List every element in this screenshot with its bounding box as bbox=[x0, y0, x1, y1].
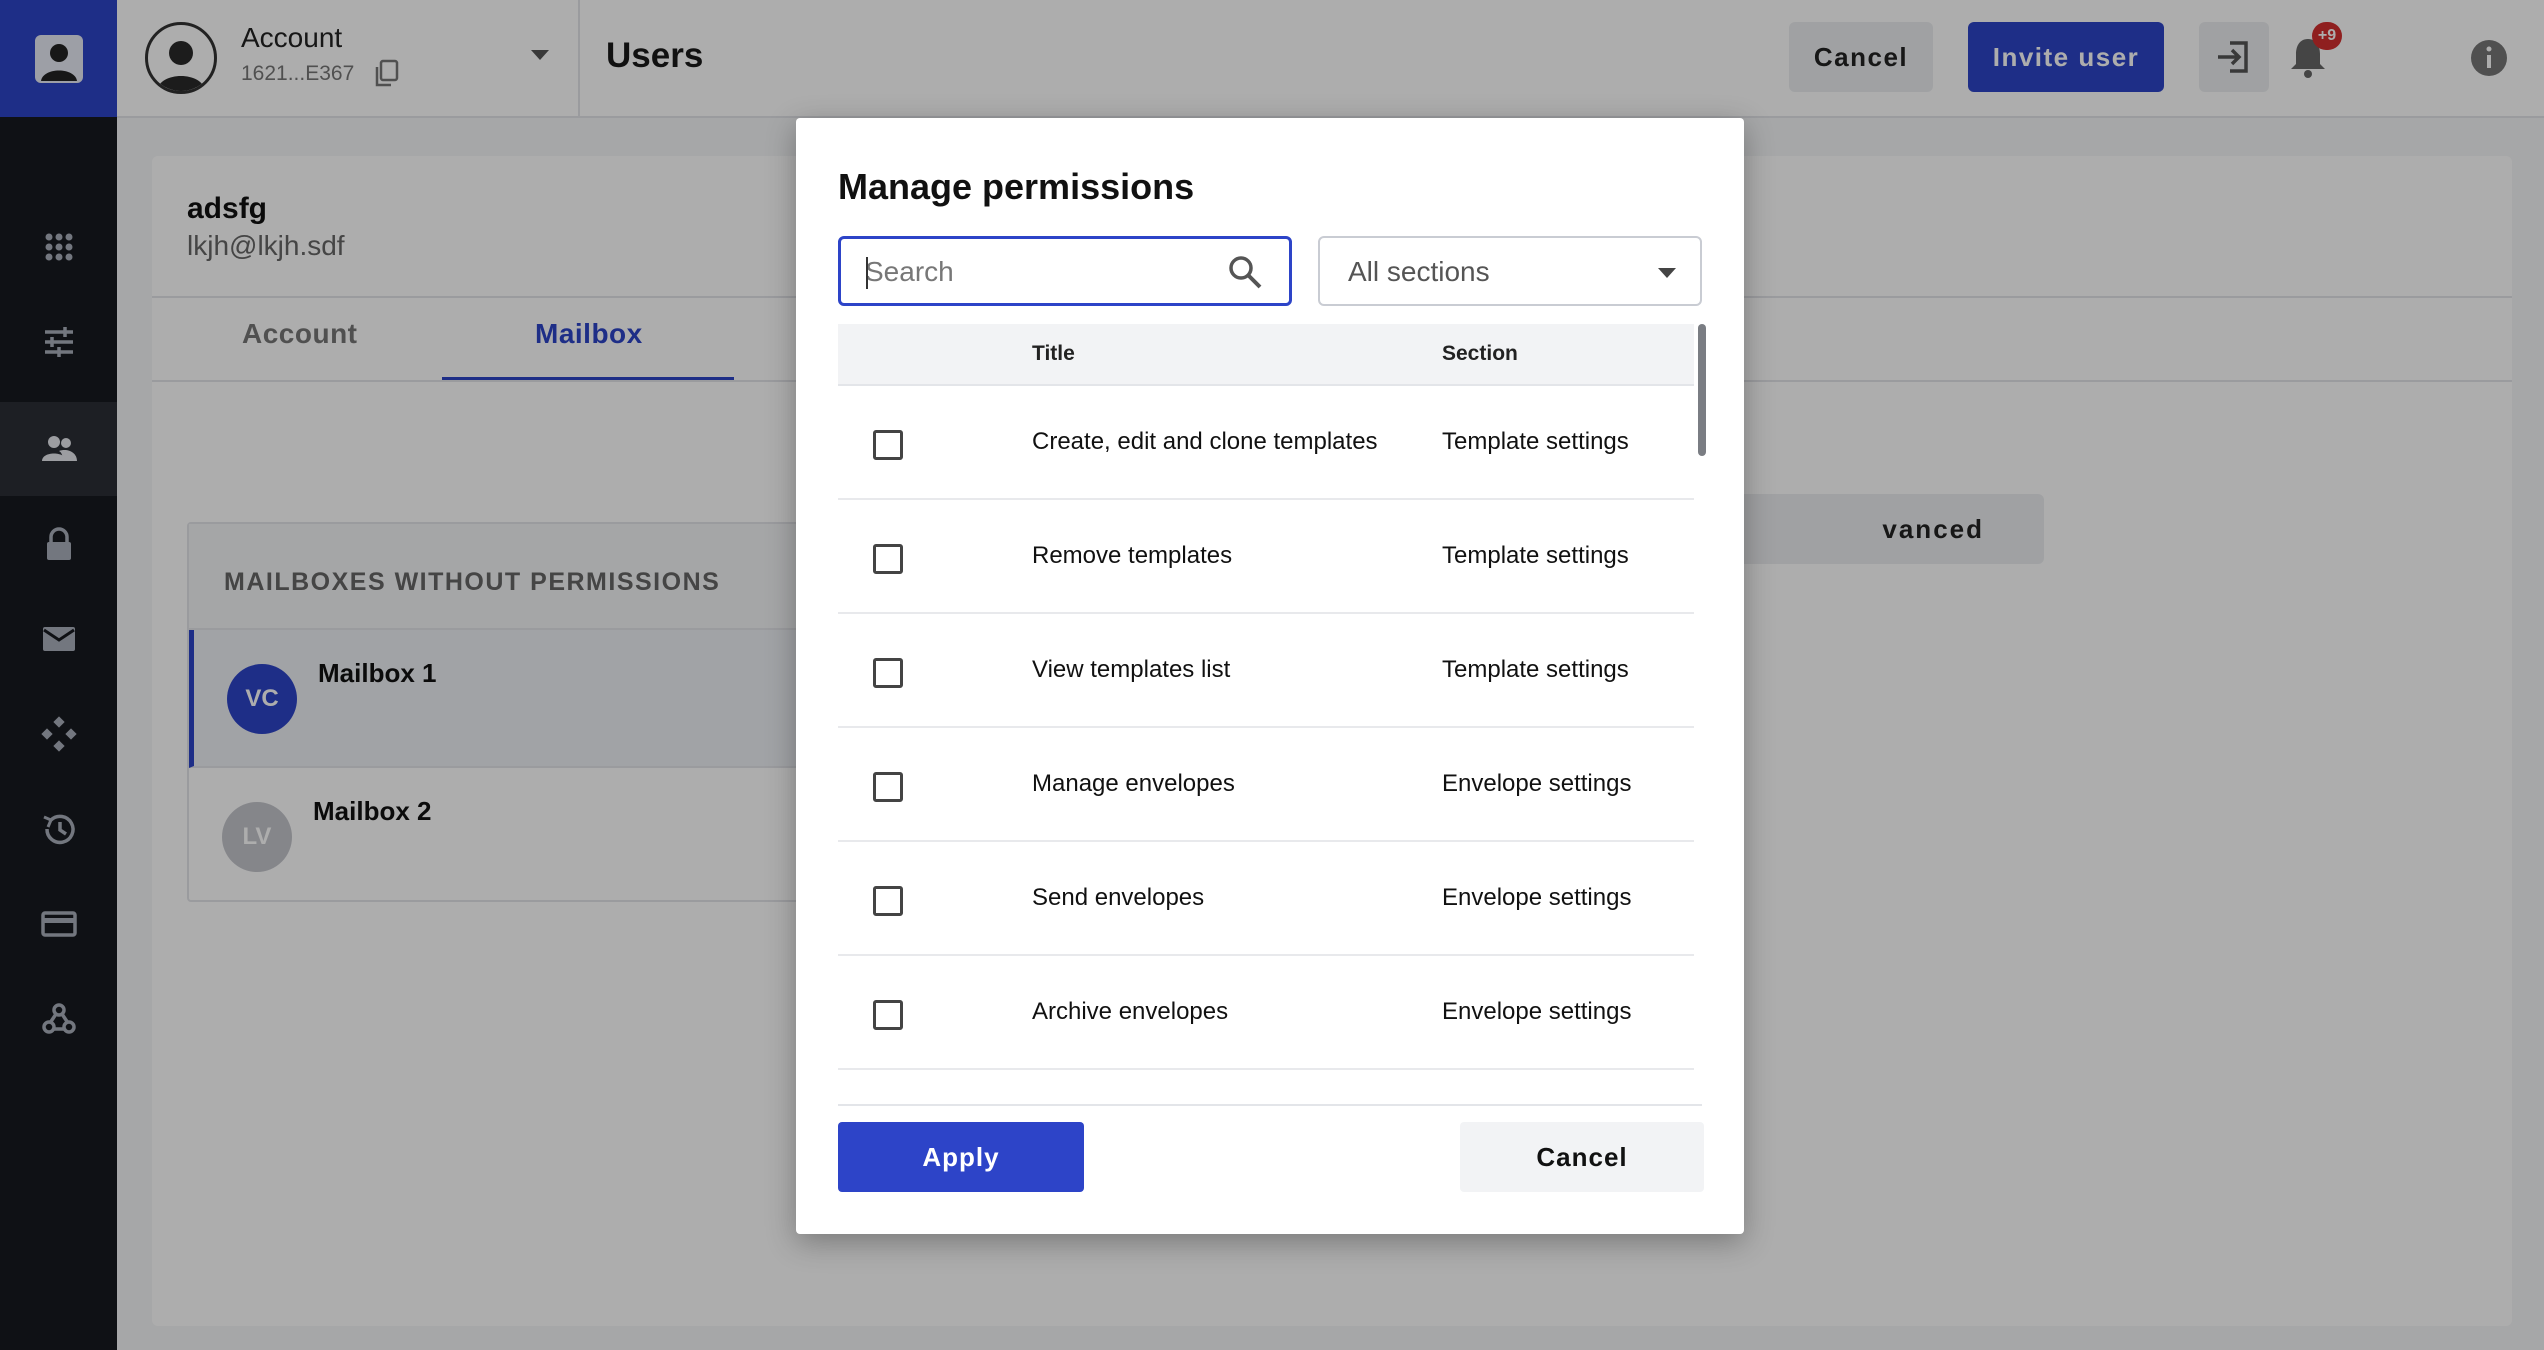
permission-section: Template settings bbox=[1442, 428, 1629, 455]
permission-section: Template settings bbox=[1442, 656, 1629, 683]
dialog-title: Manage permissions bbox=[838, 166, 1195, 207]
permission-section: Envelope settings bbox=[1442, 998, 1632, 1025]
permission-section: Envelope settings bbox=[1442, 770, 1632, 797]
permission-title: Manage envelopes bbox=[1032, 770, 1235, 797]
permissions-table: Title Section Create, edit and clone tem… bbox=[838, 324, 1702, 1104]
table-row: Archive envelopes Envelope settings bbox=[838, 956, 1694, 1070]
permission-title: Send envelopes bbox=[1032, 884, 1205, 911]
table-row: Remove templates Template settings bbox=[838, 500, 1694, 614]
permission-checkbox[interactable] bbox=[873, 658, 903, 688]
permission-checkbox[interactable] bbox=[873, 1000, 903, 1030]
section-filter-select[interactable]: All sections bbox=[1318, 236, 1702, 306]
search-field[interactable] bbox=[838, 236, 1292, 306]
cancel-button[interactable]: Cancel bbox=[1460, 1122, 1704, 1192]
search-input[interactable] bbox=[865, 253, 1205, 291]
table-row: Manage envelopes Envelope settings bbox=[838, 728, 1694, 842]
table-row: View templates list Template settings bbox=[838, 614, 1694, 728]
apply-button[interactable]: Apply bbox=[838, 1122, 1084, 1192]
permission-section: Template settings bbox=[1442, 542, 1629, 569]
column-header-title: Title bbox=[1032, 342, 1075, 365]
permission-checkbox[interactable] bbox=[873, 430, 903, 460]
permission-title: Remove templates bbox=[1032, 542, 1233, 569]
text-cursor bbox=[866, 257, 868, 289]
table-header: Title Section bbox=[838, 324, 1694, 386]
permission-title: Create, edit and clone templates bbox=[1032, 428, 1378, 455]
permission-title: View templates list bbox=[1032, 656, 1231, 683]
search-icon bbox=[1229, 256, 1262, 289]
caret-down-icon bbox=[1658, 268, 1676, 278]
permission-title: Archive envelopes bbox=[1032, 998, 1229, 1025]
permission-checkbox[interactable] bbox=[873, 772, 903, 802]
divider bbox=[838, 1104, 1702, 1106]
section-filter-value: All sections bbox=[1348, 256, 1490, 287]
table-row: Send envelopes Envelope settings bbox=[838, 842, 1694, 956]
permission-checkbox[interactable] bbox=[873, 886, 903, 916]
manage-permissions-dialog: Manage permissions All sections Title Se… bbox=[796, 118, 1744, 1234]
permission-section: Envelope settings bbox=[1442, 884, 1632, 911]
table-scrollbar[interactable] bbox=[1698, 324, 1706, 456]
table-row: Create, edit and clone templates Templat… bbox=[838, 386, 1694, 500]
column-header-section: Section bbox=[1442, 342, 1518, 365]
permission-checkbox[interactable] bbox=[873, 544, 903, 574]
